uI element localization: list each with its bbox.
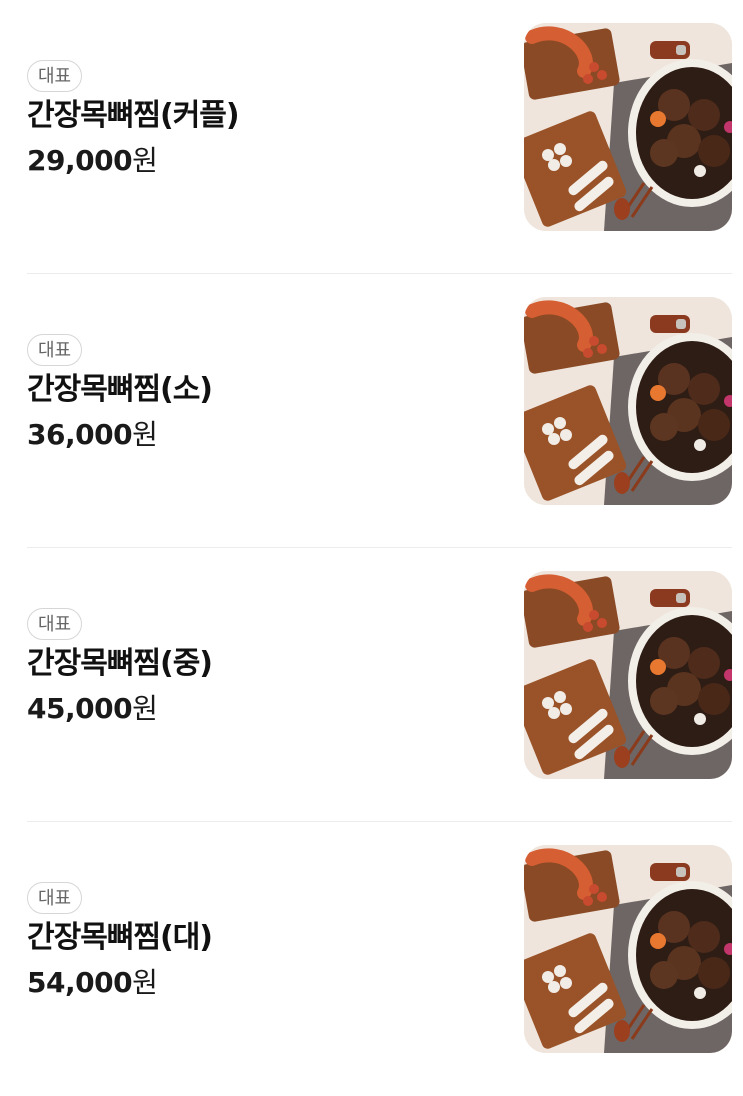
menu-info: 대표 간장목뼈찜(대) 54,000원 bbox=[27, 882, 213, 1000]
braised-pork-neck-bone-photo-icon bbox=[524, 845, 732, 1053]
price-unit: 원 bbox=[132, 966, 158, 999]
menu-name: 간장목뼈찜(대) bbox=[27, 920, 213, 955]
price-amount: 45,000 bbox=[27, 692, 133, 725]
price-unit: 원 bbox=[132, 418, 158, 451]
menu-item-small[interactable]: 대표 간장목뼈찜(소) 36,000원 bbox=[27, 274, 732, 548]
menu-name: 간장목뼈찜(커플) bbox=[27, 98, 240, 133]
menu-name: 간장목뼈찜(소) bbox=[27, 372, 213, 407]
menu-info: 대표 간장목뼈찜(중) 45,000원 bbox=[27, 608, 213, 726]
menu-item-medium[interactable]: 대표 간장목뼈찜(중) 45,000원 bbox=[27, 548, 732, 822]
menu-thumbnail[interactable] bbox=[524, 845, 732, 1053]
braised-pork-neck-bone-photo-icon bbox=[524, 297, 732, 505]
menu-price: 45,000원 bbox=[27, 692, 212, 726]
signature-badge: 대표 bbox=[27, 882, 83, 914]
price-unit: 원 bbox=[132, 144, 158, 177]
braised-pork-neck-bone-photo-icon bbox=[524, 23, 732, 231]
menu-item-couple[interactable]: 대표 간장목뼈찜(커플) 29,000원 bbox=[27, 0, 732, 274]
menu-thumbnail[interactable] bbox=[524, 23, 732, 231]
price-amount: 36,000 bbox=[27, 418, 133, 451]
menu-thumbnail[interactable] bbox=[524, 297, 732, 505]
menu-list: 대표 간장목뼈찜(커플) 29,000원 대표 간장목뼈찜(소) 36,000원… bbox=[0, 0, 743, 1096]
menu-price: 36,000원 bbox=[27, 418, 212, 452]
menu-price: 29,000원 bbox=[27, 144, 239, 178]
menu-price: 54,000원 bbox=[27, 966, 212, 1000]
menu-item-large[interactable]: 대표 간장목뼈찜(대) 54,000원 bbox=[27, 822, 732, 1096]
menu-info: 대표 간장목뼈찜(소) 36,000원 bbox=[27, 334, 213, 452]
signature-badge: 대표 bbox=[27, 60, 83, 92]
menu-thumbnail[interactable] bbox=[524, 571, 732, 779]
price-amount: 54,000 bbox=[27, 966, 133, 999]
signature-badge: 대표 bbox=[27, 334, 83, 366]
price-unit: 원 bbox=[132, 692, 158, 725]
price-amount: 29,000 bbox=[27, 144, 133, 177]
braised-pork-neck-bone-photo-icon bbox=[524, 571, 732, 779]
menu-info: 대표 간장목뼈찜(커플) 29,000원 bbox=[27, 60, 240, 178]
menu-name: 간장목뼈찜(중) bbox=[27, 646, 213, 681]
signature-badge: 대표 bbox=[27, 608, 83, 640]
